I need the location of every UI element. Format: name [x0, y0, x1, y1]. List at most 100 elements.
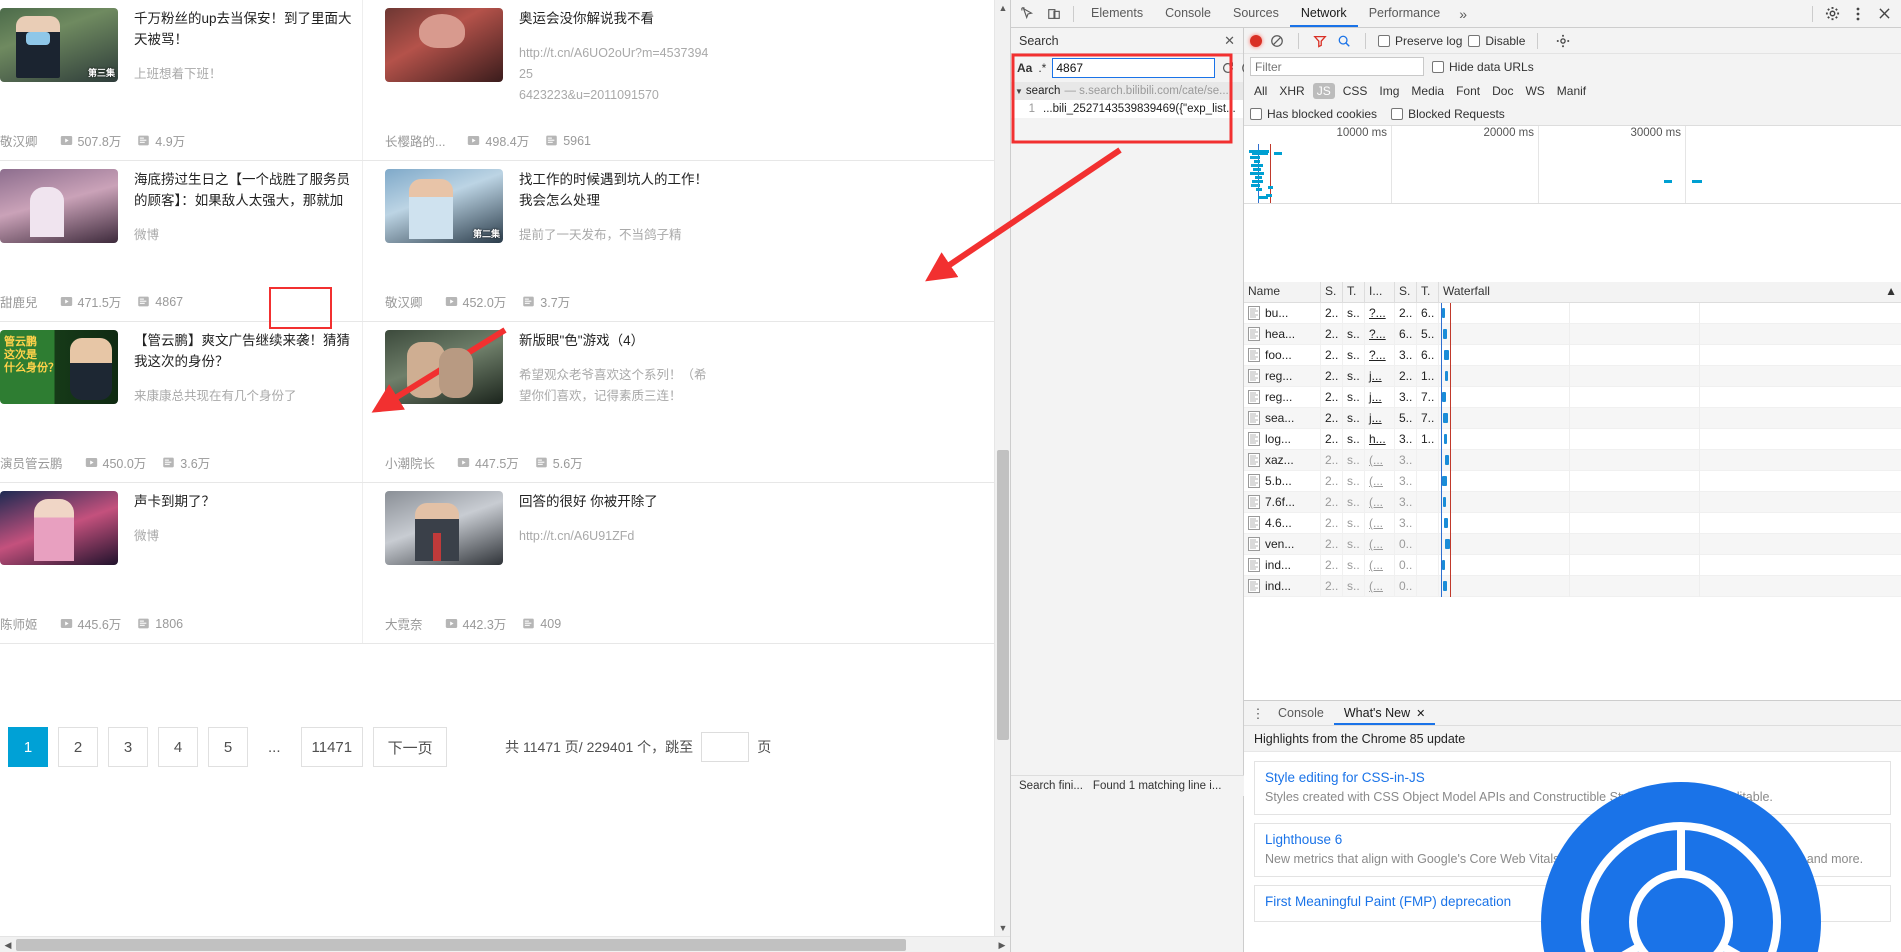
clear-icon[interactable]: [1268, 32, 1286, 50]
column-header-i[interactable]: I...: [1365, 282, 1395, 302]
video-title[interactable]: 千万粉丝的up去当保安！到了里面大天被骂！: [134, 8, 352, 50]
search-icon[interactable]: [1335, 32, 1353, 50]
page-button-4[interactable]: 4: [158, 727, 198, 767]
request-initiator[interactable]: j...: [1365, 365, 1395, 387]
video-card[interactable]: 奥运会没你解说我不看 http://t.cn/A6UO2oUr?m=4537394…: [362, 0, 724, 160]
kebab-menu-icon[interactable]: [1845, 2, 1871, 26]
close-icon[interactable]: [1871, 2, 1897, 26]
request-initiator[interactable]: (...: [1365, 512, 1395, 534]
video-thumbnail[interactable]: [385, 491, 503, 565]
devtools-tab-sources[interactable]: Sources: [1222, 0, 1290, 27]
filter-input[interactable]: [1250, 57, 1424, 76]
video-card[interactable]: 第二集 找工作的时候遇到坑人的工作！我会怎么处理 提前了一天发布，不当鸽子精 敬汉卿 4…: [362, 161, 724, 321]
filter-funnel-icon[interactable]: [1311, 32, 1329, 50]
video-card[interactable]: 海底捞过生日之【一个战胜了服务员的顾客】：如果敌人太强大，那就加 微博 甜鹿兒 471…: [0, 161, 362, 329]
video-uploader[interactable]: 敬汉卿: [0, 131, 38, 150]
page-button-2[interactable]: 2: [58, 727, 98, 767]
request-initiator[interactable]: (...: [1365, 554, 1395, 576]
devtools-tab-network[interactable]: Network: [1290, 0, 1358, 27]
page-button-3[interactable]: 3: [108, 727, 148, 767]
network-request-row[interactable]: bu... 2.. s..?... 2.. 6..: [1244, 302, 1901, 324]
video-thumbnail[interactable]: 管云鹏 这次是 什么身份？: [0, 330, 118, 404]
vertical-scroll-thumb[interactable]: [997, 450, 1009, 740]
video-card[interactable]: 声卡到期了？ 微博 陈师姬 445.6万 1806: [0, 483, 362, 643]
device-toolbar-icon[interactable]: [1041, 2, 1067, 26]
has-blocked-cookies-checkbox[interactable]: Has blocked cookies: [1250, 107, 1377, 121]
network-type-filter-font[interactable]: Font: [1452, 83, 1484, 99]
network-overview-timeline[interactable]: 10000 ms 20000 ms 30000 ms: [1244, 126, 1901, 204]
horizontal-scroll-thumb[interactable]: [16, 939, 906, 951]
refresh-icon[interactable]: [1221, 59, 1235, 77]
scroll-right-arrow-icon[interactable]: ▶: [994, 937, 1010, 952]
network-request-row[interactable]: 4.6... 2.. s.. (... 3..: [1244, 512, 1901, 534]
column-header-waterfall[interactable]: Waterfall ▲: [1439, 282, 1901, 302]
request-initiator[interactable]: (...: [1365, 449, 1395, 471]
record-button[interactable]: [1250, 34, 1262, 47]
network-request-row[interactable]: foo... 2.. s..?... 3.. 6..: [1244, 344, 1901, 366]
network-request-row[interactable]: hea... 2.. s..?... 6.. 5..: [1244, 323, 1901, 345]
network-request-row[interactable]: 5.b... 2.. s.. (... 3..: [1244, 470, 1901, 492]
video-uploader[interactable]: 大霓奈: [385, 614, 423, 633]
video-uploader[interactable]: 演员管云鹏: [0, 453, 63, 472]
video-title[interactable]: 找工作的时候遇到坑人的工作！我会怎么处理: [519, 169, 714, 211]
network-type-filter-xhr[interactable]: XHR: [1275, 83, 1308, 99]
gear-icon[interactable]: [1819, 2, 1845, 26]
network-settings-gear-icon[interactable]: [1550, 29, 1576, 53]
column-header-s[interactable]: S.: [1321, 282, 1343, 302]
network-request-row[interactable]: reg... 2.. s.. j... 3.. 7..: [1244, 386, 1901, 408]
devtools-tab-elements[interactable]: Elements: [1080, 0, 1154, 27]
sort-arrow-icon[interactable]: ▲: [1885, 284, 1897, 300]
video-card[interactable]: 第三集 千万粉丝的up去当保安！到了里面大天被骂！ 上班想着下班！ 敬汉卿 507.8万…: [0, 0, 362, 160]
video-thumbnail[interactable]: [0, 169, 118, 243]
regex-button[interactable]: .*: [1038, 61, 1046, 75]
video-title[interactable]: 海底捞过生日之【一个战胜了服务员的顾客】：如果敌人太强大，那就加: [134, 169, 352, 211]
network-request-row[interactable]: ind... 2.. s.. (... 0..: [1244, 554, 1901, 576]
devtools-tab-performance[interactable]: Performance: [1358, 0, 1452, 27]
request-initiator[interactable]: (...: [1365, 533, 1395, 555]
page-horizontal-scrollbar[interactable]: ◀ ▶: [0, 936, 1010, 952]
video-card[interactable]: 新版眼"色"游戏（4） 希望观众老爷喜欢这个系列！（希望你们喜欢，记得素质三连！ 小…: [362, 322, 724, 482]
video-title[interactable]: 【管云鹏】爽文广告继续来袭！猜猜我这次的身份？: [134, 330, 352, 372]
video-title[interactable]: 回答的很好 你被开除了: [519, 491, 714, 512]
request-initiator[interactable]: (...: [1365, 575, 1395, 597]
request-initiator[interactable]: ?...: [1365, 323, 1395, 345]
video-uploader[interactable]: 小潮院长: [385, 453, 435, 472]
video-title[interactable]: 奥运会没你解说我不看: [519, 8, 714, 29]
close-icon[interactable]: ✕: [1224, 33, 1235, 49]
drawer-tab-console[interactable]: Console: [1268, 701, 1334, 725]
request-initiator[interactable]: ?...: [1365, 302, 1395, 324]
request-initiator[interactable]: ?...: [1365, 344, 1395, 366]
network-request-row[interactable]: xaz... 2.. s.. (... 3..: [1244, 449, 1901, 471]
page-button-1[interactable]: 1: [8, 727, 48, 767]
devtools-tab-console[interactable]: Console: [1154, 0, 1222, 27]
request-initiator[interactable]: j...: [1365, 407, 1395, 429]
chevron-down-icon[interactable]: ▼: [1015, 87, 1023, 96]
search-result-group[interactable]: ▼ search — s.search.bilibili.com/cate/se…: [1011, 82, 1243, 100]
column-header-s[interactable]: S.: [1395, 282, 1417, 302]
page-button-5[interactable]: 5: [208, 727, 248, 767]
network-type-filter-js[interactable]: JS: [1312, 83, 1335, 99]
network-type-filter-ws[interactable]: WS: [1521, 83, 1548, 99]
whats-new-card-title[interactable]: Lighthouse 6: [1265, 832, 1880, 847]
video-uploader[interactable]: 甜鹿兒: [0, 292, 38, 311]
video-uploader[interactable]: 敬汉卿: [385, 292, 423, 311]
network-type-filter-all[interactable]: All: [1250, 83, 1271, 99]
checkbox-box[interactable]: [1250, 108, 1262, 120]
video-uploader[interactable]: 长樱路的...: [385, 131, 445, 150]
inspect-cursor-icon[interactable]: [1015, 2, 1041, 26]
page-vertical-scrollbar[interactable]: ▲ ▼: [994, 0, 1010, 936]
video-thumbnail[interactable]: 第二集: [385, 169, 503, 243]
more-tabs-button[interactable]: »: [1451, 6, 1475, 22]
video-title[interactable]: 声卡到期了？: [134, 491, 352, 512]
video-thumbnail[interactable]: 第三集: [0, 8, 118, 82]
whats-new-card[interactable]: Style editing for CSS-in-JS Styles create…: [1254, 761, 1891, 815]
whats-new-card[interactable]: Lighthouse 6 New metrics that align with …: [1254, 823, 1891, 877]
request-initiator[interactable]: j...: [1365, 386, 1395, 408]
network-request-row[interactable]: ind... 2.. s.. (... 0..: [1244, 575, 1901, 597]
page-jump-input[interactable]: [701, 732, 750, 762]
close-icon[interactable]: ✕: [1416, 708, 1425, 720]
search-match-row[interactable]: 1 ...bili_2527143539839469({"exp_list...: [1011, 100, 1243, 118]
network-request-row[interactable]: log... 2.. s.. h... 3.. 1..: [1244, 428, 1901, 450]
search-input[interactable]: [1052, 58, 1216, 78]
next-page-button[interactable]: 下一页: [373, 727, 448, 767]
